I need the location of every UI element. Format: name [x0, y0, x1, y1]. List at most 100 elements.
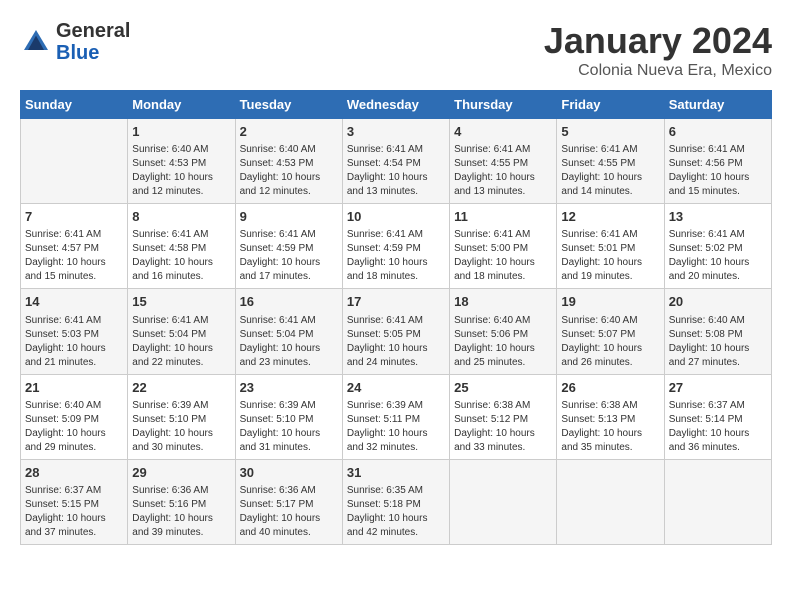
day-cell: 22 Sunrise: 6:39 AM Sunset: 5:10 PM Dayli…	[128, 374, 235, 459]
day-number: 8	[132, 208, 230, 226]
day-number: 29	[132, 464, 230, 482]
col-header-wednesday: Wednesday	[342, 91, 449, 119]
day-detail: Sunrise: 6:41 AM Sunset: 4:56 PM Dayligh…	[669, 143, 767, 199]
day-number: 25	[454, 379, 552, 397]
day-detail: Sunrise: 6:41 AM Sunset: 5:05 PM Dayligh…	[347, 314, 445, 370]
day-detail: Sunrise: 6:40 AM Sunset: 5:06 PM Dayligh…	[454, 314, 552, 370]
day-cell: 26 Sunrise: 6:38 AM Sunset: 5:13 PM Dayli…	[557, 374, 664, 459]
day-cell: 4 Sunrise: 6:41 AM Sunset: 4:55 PM Daylig…	[450, 119, 557, 204]
day-detail: Sunrise: 6:36 AM Sunset: 5:16 PM Dayligh…	[132, 484, 230, 540]
week-row-4: 21Sunrise: 6:40 AM Sunset: 5:09 PM Dayli…	[21, 374, 772, 459]
day-number: 27	[669, 379, 767, 397]
day-number: 11	[454, 208, 552, 226]
logo-icon	[20, 26, 52, 58]
day-cell: 23 Sunrise: 6:39 AM Sunset: 5:10 PM Dayli…	[235, 374, 342, 459]
week-row-1: 1 Sunrise: 6:40 AM Sunset: 4:53 PM Daylig…	[21, 119, 772, 204]
day-cell: 15 Sunrise: 6:41 AM Sunset: 5:04 PM Dayli…	[128, 289, 235, 374]
day-number: 5	[561, 123, 659, 141]
day-detail: Sunrise: 6:39 AM Sunset: 5:11 PM Dayligh…	[347, 399, 445, 455]
col-header-sunday: Sunday	[21, 91, 128, 119]
week-row-2: 7 Sunrise: 6:41 AM Sunset: 4:57 PM Daylig…	[21, 204, 772, 289]
day-number: 19	[561, 293, 659, 311]
day-detail: Sunrise: 6:38 AM Sunset: 5:12 PM Dayligh…	[454, 399, 552, 455]
day-detail: Sunrise: 6:41 AM Sunset: 4:54 PM Dayligh…	[347, 143, 445, 199]
day-detail: Sunrise: 6:41 AM Sunset: 4:55 PM Dayligh…	[454, 143, 552, 199]
day-number: 15	[132, 293, 230, 311]
day-cell: 14Sunrise: 6:41 AM Sunset: 5:03 PM Dayli…	[21, 289, 128, 374]
day-number: 28	[25, 464, 123, 482]
day-cell: 25 Sunrise: 6:38 AM Sunset: 5:12 PM Dayli…	[450, 374, 557, 459]
day-cell: 12 Sunrise: 6:41 AM Sunset: 5:01 PM Dayli…	[557, 204, 664, 289]
day-detail: Sunrise: 6:39 AM Sunset: 5:10 PM Dayligh…	[132, 399, 230, 455]
day-detail: Sunrise: 6:40 AM Sunset: 5:07 PM Dayligh…	[561, 314, 659, 370]
day-cell: 10Sunrise: 6:41 AM Sunset: 4:59 PM Dayli…	[342, 204, 449, 289]
col-header-thursday: Thursday	[450, 91, 557, 119]
day-cell: 28 Sunrise: 6:37 AM Sunset: 5:15 PM Dayli…	[21, 459, 128, 544]
day-cell: 16Sunrise: 6:41 AM Sunset: 5:04 PM Dayli…	[235, 289, 342, 374]
day-cell: 17 Sunrise: 6:41 AM Sunset: 5:05 PM Dayli…	[342, 289, 449, 374]
day-cell	[557, 459, 664, 544]
col-header-tuesday: Tuesday	[235, 91, 342, 119]
title-block: January 2024 Colonia Nueva Era, Mexico	[544, 20, 772, 80]
day-cell: 5 Sunrise: 6:41 AM Sunset: 4:55 PM Daylig…	[557, 119, 664, 204]
day-cell: 24 Sunrise: 6:39 AM Sunset: 5:11 PM Dayli…	[342, 374, 449, 459]
day-detail: Sunrise: 6:41 AM Sunset: 4:59 PM Dayligh…	[240, 228, 338, 284]
day-number: 13	[669, 208, 767, 226]
day-number: 1	[132, 123, 230, 141]
day-detail: Sunrise: 6:41 AM Sunset: 5:01 PM Dayligh…	[561, 228, 659, 284]
day-cell: 30 Sunrise: 6:36 AM Sunset: 5:17 PM Dayli…	[235, 459, 342, 544]
day-detail: Sunrise: 6:35 AM Sunset: 5:18 PM Dayligh…	[347, 484, 445, 540]
day-detail: Sunrise: 6:41 AM Sunset: 5:04 PM Dayligh…	[240, 314, 338, 370]
day-number: 31	[347, 464, 445, 482]
day-detail: Sunrise: 6:40 AM Sunset: 4:53 PM Dayligh…	[240, 143, 338, 199]
month-title: January 2024	[544, 20, 772, 62]
day-cell: 19 Sunrise: 6:40 AM Sunset: 5:07 PM Dayli…	[557, 289, 664, 374]
day-cell: 1 Sunrise: 6:40 AM Sunset: 4:53 PM Daylig…	[128, 119, 235, 204]
day-detail: Sunrise: 6:41 AM Sunset: 5:00 PM Dayligh…	[454, 228, 552, 284]
day-detail: Sunrise: 6:39 AM Sunset: 5:10 PM Dayligh…	[240, 399, 338, 455]
logo: General Blue	[20, 20, 130, 64]
day-detail: Sunrise: 6:41 AM Sunset: 4:55 PM Dayligh…	[561, 143, 659, 199]
day-cell: 31 Sunrise: 6:35 AM Sunset: 5:18 PM Dayli…	[342, 459, 449, 544]
day-cell: 13Sunrise: 6:41 AM Sunset: 5:02 PM Dayli…	[664, 204, 771, 289]
day-detail: Sunrise: 6:38 AM Sunset: 5:13 PM Dayligh…	[561, 399, 659, 455]
day-cell	[450, 459, 557, 544]
subtitle: Colonia Nueva Era, Mexico	[544, 62, 772, 80]
day-cell: 20 Sunrise: 6:40 AM Sunset: 5:08 PM Dayli…	[664, 289, 771, 374]
day-cell	[21, 119, 128, 204]
week-row-3: 14Sunrise: 6:41 AM Sunset: 5:03 PM Dayli…	[21, 289, 772, 374]
day-number: 2	[240, 123, 338, 141]
calendar-table: SundayMondayTuesdayWednesdayThursdayFrid…	[20, 90, 772, 545]
day-number: 17	[347, 293, 445, 311]
day-detail: Sunrise: 6:41 AM Sunset: 5:04 PM Dayligh…	[132, 314, 230, 370]
day-detail: Sunrise: 6:41 AM Sunset: 4:57 PM Dayligh…	[25, 228, 123, 284]
day-detail: Sunrise: 6:40 AM Sunset: 5:08 PM Dayligh…	[669, 314, 767, 370]
day-detail: Sunrise: 6:41 AM Sunset: 4:58 PM Dayligh…	[132, 228, 230, 284]
day-detail: Sunrise: 6:37 AM Sunset: 5:15 PM Dayligh…	[25, 484, 123, 540]
day-number: 20	[669, 293, 767, 311]
col-header-saturday: Saturday	[664, 91, 771, 119]
day-cell: 27 Sunrise: 6:37 AM Sunset: 5:14 PM Dayli…	[664, 374, 771, 459]
day-number: 4	[454, 123, 552, 141]
day-number: 22	[132, 379, 230, 397]
day-number: 21	[25, 379, 123, 397]
day-cell: 2 Sunrise: 6:40 AM Sunset: 4:53 PM Daylig…	[235, 119, 342, 204]
day-number: 23	[240, 379, 338, 397]
day-detail: Sunrise: 6:41 AM Sunset: 5:03 PM Dayligh…	[25, 314, 123, 370]
day-cell: 9Sunrise: 6:41 AM Sunset: 4:59 PM Daylig…	[235, 204, 342, 289]
col-header-monday: Monday	[128, 91, 235, 119]
day-cell: 7 Sunrise: 6:41 AM Sunset: 4:57 PM Daylig…	[21, 204, 128, 289]
day-number: 24	[347, 379, 445, 397]
day-detail: Sunrise: 6:40 AM Sunset: 4:53 PM Dayligh…	[132, 143, 230, 199]
day-cell: 21Sunrise: 6:40 AM Sunset: 5:09 PM Dayli…	[21, 374, 128, 459]
day-number: 3	[347, 123, 445, 141]
day-detail: Sunrise: 6:36 AM Sunset: 5:17 PM Dayligh…	[240, 484, 338, 540]
day-detail: Sunrise: 6:37 AM Sunset: 5:14 PM Dayligh…	[669, 399, 767, 455]
day-number: 26	[561, 379, 659, 397]
day-number: 7	[25, 208, 123, 226]
day-number: 12	[561, 208, 659, 226]
header: General Blue January 2024 Colonia Nueva …	[20, 20, 772, 80]
logo-text: General Blue	[56, 20, 130, 64]
week-row-5: 28 Sunrise: 6:37 AM Sunset: 5:15 PM Dayli…	[21, 459, 772, 544]
day-number: 30	[240, 464, 338, 482]
